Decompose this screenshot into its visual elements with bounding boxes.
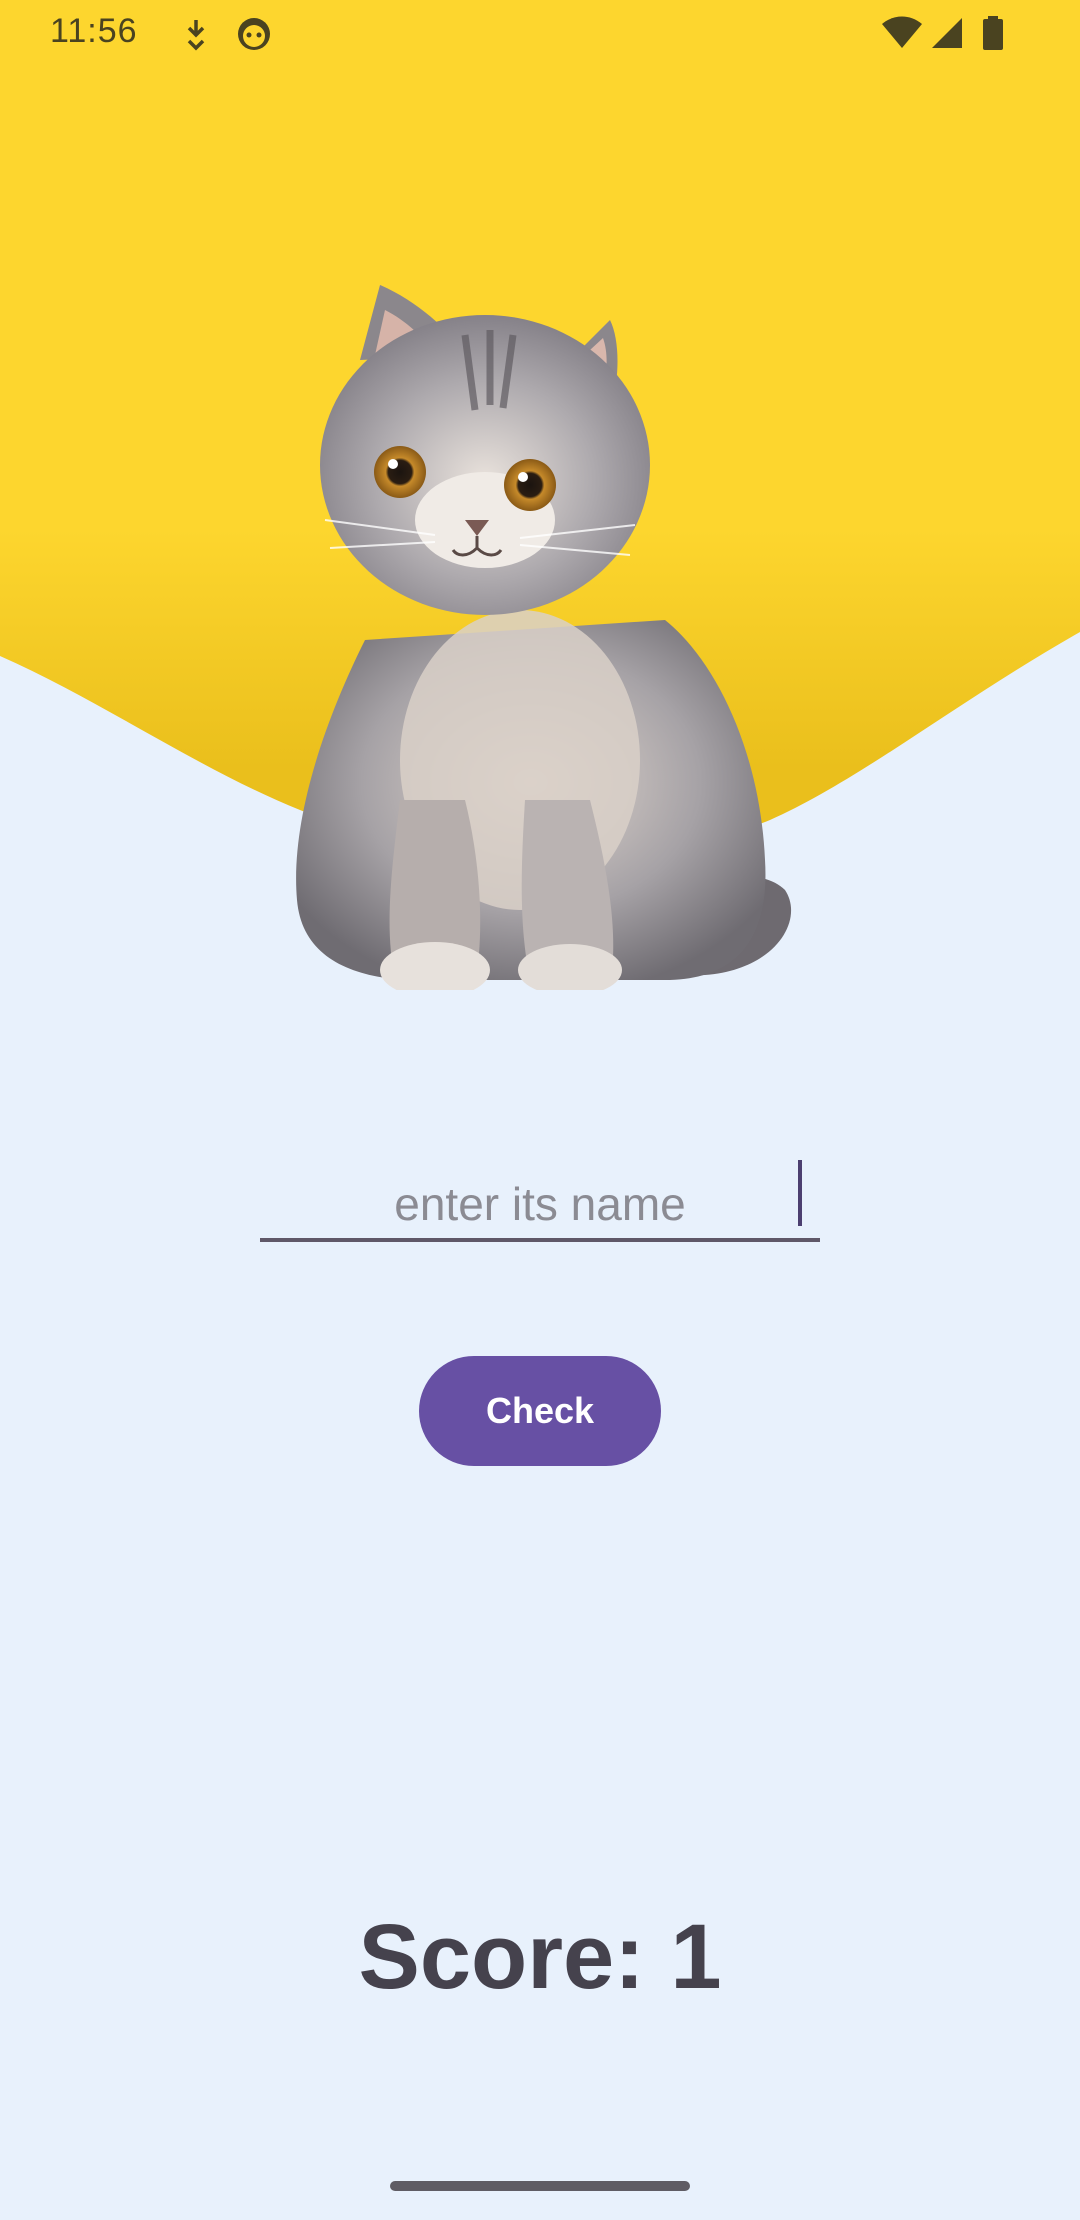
cat-photo	[296, 285, 792, 990]
face-icon	[238, 18, 270, 50]
score-label: Score: 1	[358, 1906, 722, 2008]
name-input-field[interactable]	[260, 1150, 820, 1242]
wifi-icon	[882, 16, 922, 48]
status-bar: 11:56	[0, 0, 1080, 66]
app-screen: 11:56 enter its name Check Score: 1	[0, 0, 1080, 2220]
name-input[interactable]	[260, 1150, 820, 1238]
status-time: 11:56	[50, 12, 138, 50]
battery-icon	[983, 16, 1003, 50]
text-cursor	[798, 1160, 802, 1226]
home-indicator[interactable]	[390, 2181, 690, 2191]
download-icon	[187, 20, 205, 51]
cellular-signal-icon	[932, 18, 962, 48]
check-button[interactable]: Check	[419, 1356, 661, 1466]
